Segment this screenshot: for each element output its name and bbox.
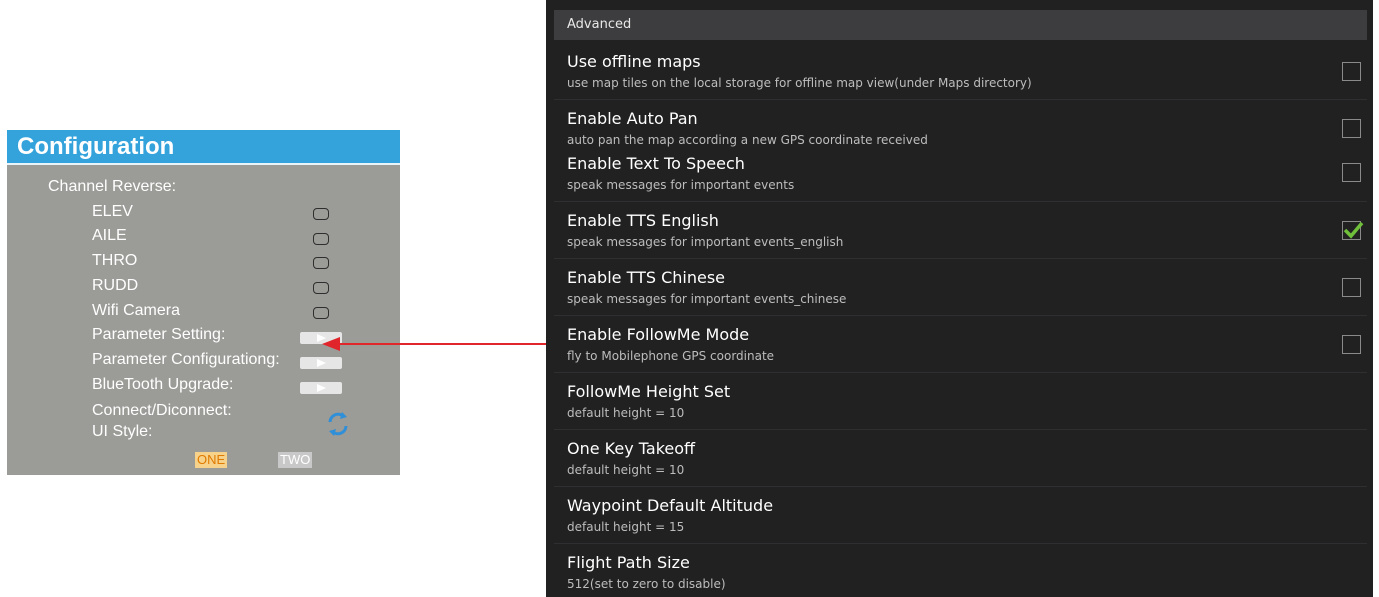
checkmark-icon [1343,221,1364,239]
enable-text-to-speech-checkbox[interactable] [1342,163,1361,182]
enable-auto-pan-checkbox[interactable] [1342,119,1361,138]
setting-enable-text-to-speech[interactable]: Enable Text To Speech speak messages for… [554,154,1367,199]
divider [554,429,1367,430]
parameter-setting-label: Parameter Setting: [92,326,226,343]
setting-title: One Key Takeoff [567,439,696,458]
channel-thro-label: THRO [92,252,138,269]
ui-style-one-button[interactable]: ONE [195,452,228,468]
pointer-arrow [322,337,548,351]
channel-elev-checkbox[interactable] [313,208,329,220]
channel-aile-label: AILE [92,227,127,244]
enable-tts-english-checkbox[interactable] [1342,221,1364,240]
setting-subtitle: speak messages for important events [567,178,795,192]
parameter-configurating-label: Parameter Configurationg: [92,351,280,368]
ui-style-two-button[interactable]: TWO [278,452,313,468]
setting-subtitle: speak messages for important events_chin… [567,292,847,306]
setting-subtitle: default height = 10 [567,463,685,477]
channel-rudd-label: RUDD [92,277,139,294]
setting-flight-path-size[interactable]: Flight Path Size 512(set to zero to disa… [554,553,1367,597]
parameter-configurating-button[interactable] [300,357,342,369]
bluetooth-upgrade-button[interactable] [300,382,342,394]
divider [554,372,1367,373]
setting-use-offline-maps[interactable]: Use offline maps use map tiles on the lo… [554,52,1367,97]
setting-title: Use offline maps [567,52,701,71]
use-offline-maps-checkbox[interactable] [1342,62,1361,81]
setting-enable-tts-english[interactable]: Enable TTS English speak messages for im… [554,211,1367,256]
setting-subtitle: 512(set to zero to disable) [567,577,726,591]
wifi-camera-checkbox[interactable] [313,307,329,319]
bluetooth-upgrade-label: BlueTooth Upgrade: [92,376,234,393]
divider [554,258,1367,259]
setting-title: FollowMe Height Set [567,382,731,401]
setting-followme-height-set[interactable]: FollowMe Height Set default height = 10 [554,382,1367,427]
setting-enable-followme-mode[interactable]: Enable FollowMe Mode fly to Mobilephone … [554,325,1367,370]
configuration-panel: Configuration Channel Reverse: ELEV AILE… [7,130,400,475]
setting-subtitle: fly to Mobilephone GPS coordinate [567,349,775,363]
enable-followme-mode-checkbox[interactable] [1342,335,1361,354]
refresh-icon[interactable] [324,410,352,438]
setting-title: Enable Text To Speech [567,154,745,173]
setting-title: Enable FollowMe Mode [567,325,750,344]
setting-title: Waypoint Default Altitude [567,496,774,515]
setting-title: Enable TTS English [567,211,719,230]
setting-title: Enable TTS Chinese [567,268,726,287]
setting-subtitle: default height = 15 [567,520,685,534]
setting-subtitle: auto pan the map according a new GPS coo… [567,133,928,147]
enable-tts-chinese-checkbox[interactable] [1342,278,1361,297]
divider [554,486,1367,487]
setting-enable-tts-chinese[interactable]: Enable TTS Chinese speak messages for im… [554,268,1367,313]
ui-style-label: UI Style: [92,423,153,440]
setting-subtitle: default height = 10 [567,406,685,420]
channel-reverse-label: Channel Reverse: [48,178,177,195]
channel-thro-checkbox[interactable] [313,257,329,269]
channel-elev-label: ELEV [92,203,133,220]
setting-title: Enable Auto Pan [567,109,698,128]
wifi-camera-label: Wifi Camera [92,302,181,319]
setting-subtitle: speak messages for important events_engl… [567,235,844,249]
divider [554,543,1367,544]
advanced-section-header: Advanced [554,10,1367,40]
divider [554,201,1367,202]
setting-enable-auto-pan[interactable]: Enable Auto Pan auto pan the map accordi… [554,109,1367,149]
settings-panel: Advanced Use offline maps use map tiles … [546,0,1373,597]
divider [554,315,1367,316]
setting-title: Flight Path Size [567,553,690,572]
config-title: Configuration [7,130,400,165]
setting-subtitle: use map tiles on the local storage for o… [567,76,1032,90]
connect-disconnect-label: Connect/Diconnect: [92,402,232,419]
divider [554,99,1367,100]
setting-waypoint-default-altitude[interactable]: Waypoint Default Altitude default height… [554,496,1367,541]
channel-aile-checkbox[interactable] [313,233,329,245]
setting-one-key-takeoff[interactable]: One Key Takeoff default height = 10 [554,439,1367,484]
channel-rudd-checkbox[interactable] [313,282,329,294]
